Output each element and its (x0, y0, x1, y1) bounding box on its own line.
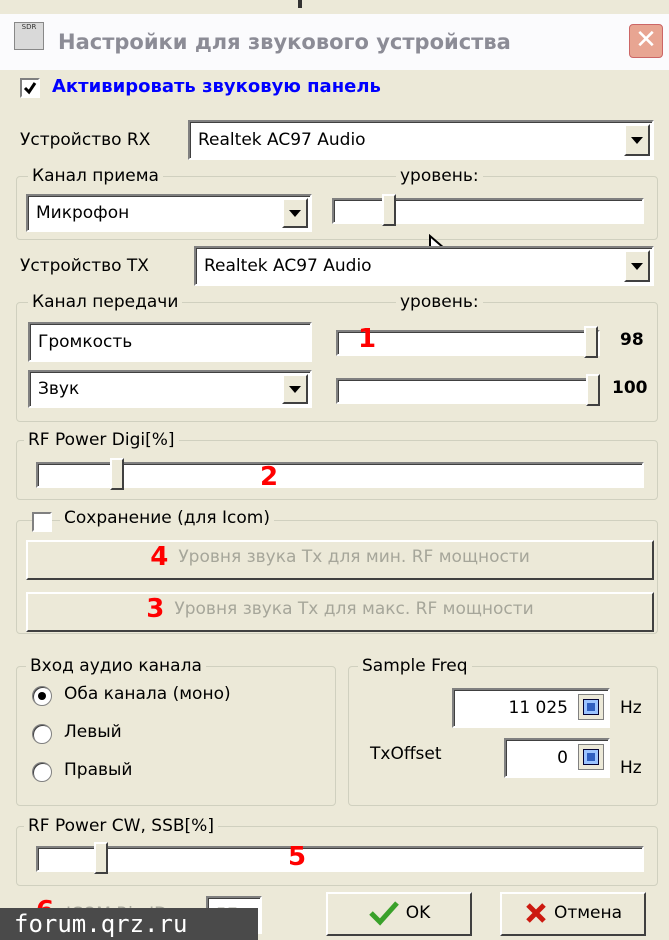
save-label[interactable]: Сохранение (для Icom) (60, 508, 274, 528)
cancel-button[interactable]: Отмена (500, 892, 646, 936)
rf-cw-thumb[interactable] (94, 842, 108, 874)
sample-freq-unit: Hz (620, 698, 642, 718)
rx-channel-select[interactable]: Микрофон (26, 194, 312, 232)
rf-digi-thumb[interactable] (110, 458, 124, 490)
audio-both-radio[interactable] (32, 686, 52, 706)
sample-freq-label: Sample Freq (358, 656, 472, 676)
tx-level-label: уровень: (396, 292, 483, 312)
calculator-icon[interactable] (578, 694, 604, 720)
marker-2: 2 (260, 462, 279, 492)
tx-volume-thumb[interactable] (584, 326, 598, 358)
min-rf-button-label: Уровня звука Tx для мин. RF мощности (178, 547, 530, 567)
close-button[interactable]: ✕ (629, 24, 663, 58)
checkmark-icon (368, 901, 399, 926)
chevron-down-icon[interactable] (624, 250, 650, 282)
rf-digi-slider[interactable] (36, 458, 644, 490)
tx-volume-name: Громкость (38, 332, 133, 352)
checkmark-icon (23, 82, 37, 95)
cursor-artifact (298, 0, 302, 8)
max-rf-button[interactable]: 3 Уровня звука Tx для макс. RF мощности (26, 592, 654, 632)
tx-offset-unit: Hz (620, 758, 642, 778)
rx-level-thumb[interactable] (382, 194, 396, 226)
app-icon: SDR (14, 22, 44, 50)
activate-panel-checkbox[interactable] (20, 78, 40, 98)
tx-volume-value: 98 (620, 330, 644, 350)
audio-both-label[interactable]: Оба канала (моно) (64, 684, 231, 704)
ok-button[interactable]: OK (326, 892, 472, 936)
rx-device-label: Устройство RX (20, 130, 151, 150)
chevron-down-icon[interactable] (624, 124, 650, 156)
tx-sound-slider[interactable] (336, 374, 600, 406)
tx-offset-label: TxOffset (370, 744, 442, 764)
sample-freq-group (348, 666, 658, 806)
chevron-down-icon[interactable] (282, 374, 308, 404)
audio-right-radio[interactable] (32, 762, 52, 782)
tx-sound-level-value: 100 (612, 378, 648, 398)
rx-channel-group-label: Канал приема (28, 166, 163, 186)
calculator-icon[interactable] (578, 744, 604, 770)
audio-left-label[interactable]: Левый (64, 722, 122, 742)
min-rf-button[interactable]: 4 Уровня звука Tx для мин. RF мощности (26, 540, 654, 580)
sample-freq-value: 11 025 (508, 698, 568, 718)
tx-volume-field[interactable]: Громкость (28, 322, 312, 362)
watermark: forum.qrz.ru (0, 908, 258, 940)
rx-channel-value: Микрофон (36, 203, 130, 223)
tx-offset-value: 0 (557, 748, 568, 768)
tx-sound-select[interactable]: Звук (28, 370, 312, 408)
save-checkbox[interactable] (32, 512, 52, 532)
title-bar: SDR Настройки для звукового устройства ✕ (0, 14, 669, 70)
audio-input-label: Вход аудио канала (26, 656, 206, 676)
rx-level-slider[interactable] (332, 194, 644, 226)
tx-device-value: Realtek AC97 Audio (204, 256, 372, 276)
chevron-down-icon[interactable] (282, 198, 308, 228)
close-icon (526, 903, 546, 923)
tx-channel-group-label: Канал передачи (28, 292, 183, 312)
audio-right-label[interactable]: Правый (64, 760, 132, 780)
rf-digi-label: RF Power Digi[%] (24, 430, 179, 450)
marker-3: 3 (146, 594, 165, 624)
marker-1: 1 (358, 324, 377, 354)
audio-left-radio[interactable] (32, 724, 52, 744)
rx-level-label: уровень: (396, 166, 483, 186)
marker-4: 4 (150, 542, 169, 572)
tx-device-select[interactable]: Realtek AC97 Audio (194, 246, 654, 286)
ok-button-label: OK (405, 903, 431, 923)
tx-sound-value: Звук (38, 379, 80, 399)
tx-device-label: Устройство TX (20, 256, 149, 276)
tx-sound-thumb[interactable] (586, 374, 600, 406)
rx-device-select[interactable]: Realtek AC97 Audio (188, 120, 654, 160)
rx-device-value: Realtek AC97 Audio (198, 130, 366, 150)
rf-cw-slider[interactable] (36, 842, 644, 874)
activate-panel-label[interactable]: Активировать звуковую панель (52, 76, 381, 97)
cancel-button-label: Отмена (553, 903, 623, 923)
marker-5: 5 (288, 842, 307, 872)
window-title: Настройки для звукового устройства (58, 30, 511, 54)
sound-settings-window: SDR Настройки для звукового устройства ✕… (0, 0, 669, 940)
rf-cw-label: RF Power CW, SSB[%] (24, 816, 218, 836)
max-rf-button-label: Уровня звука Tx для макс. RF мощности (174, 599, 534, 619)
